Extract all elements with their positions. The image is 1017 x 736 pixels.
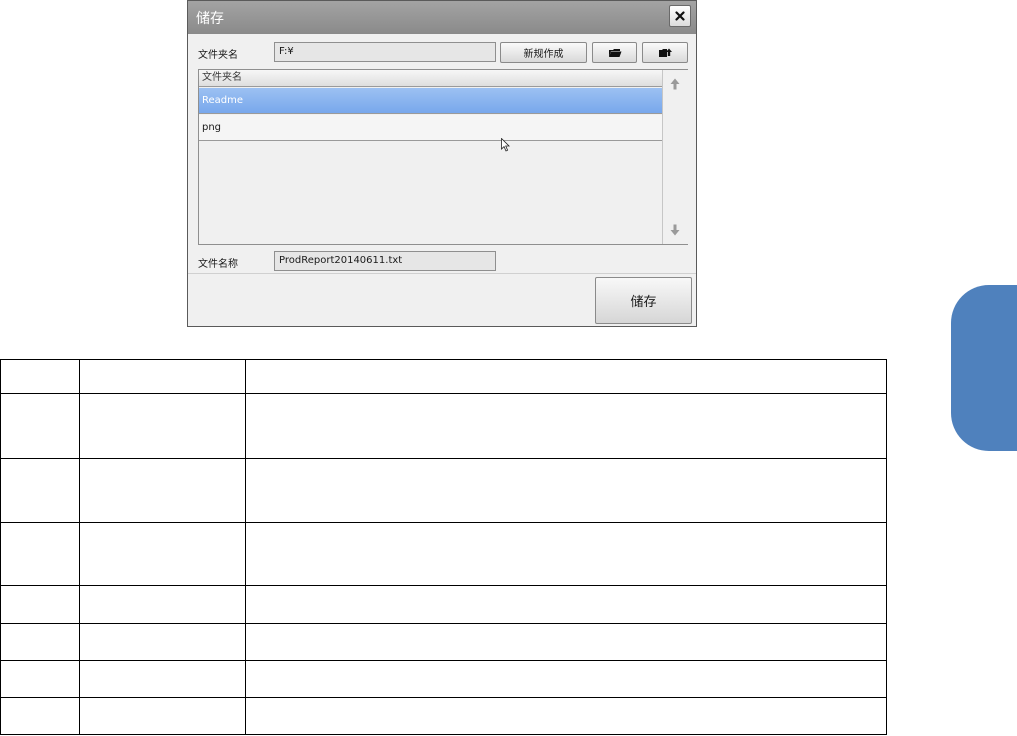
table-cell — [79, 522, 246, 586]
folder-list: 文件夹名 Readme png — [198, 69, 688, 245]
page: 储存 文件夹名 F:¥ 新规作成 文件夹名 Readme png 文件名称 Pr… — [0, 0, 1017, 736]
table-row — [0, 697, 887, 735]
open-folder-button[interactable] — [592, 42, 637, 63]
table-cell — [0, 522, 80, 586]
dialog-titlebar: 储存 — [188, 1, 696, 34]
table-cell — [245, 697, 887, 735]
table-cell — [79, 623, 246, 661]
folder-path-field[interactable]: F:¥ — [274, 42, 496, 62]
table-cell — [245, 458, 887, 523]
table-cell — [245, 359, 887, 394]
table-cell — [0, 393, 80, 459]
table-row — [0, 623, 887, 661]
table-cell — [79, 458, 246, 523]
table-cell — [79, 585, 246, 624]
table-row — [0, 522, 887, 586]
list-item[interactable]: png — [199, 115, 662, 141]
table-cell — [245, 585, 887, 624]
folder-open-icon — [608, 49, 621, 57]
filename-label: 文件名称 — [198, 259, 238, 270]
folder-up-icon — [659, 48, 672, 57]
chapter-side-tab — [951, 285, 1017, 451]
table-row — [0, 660, 887, 698]
dialog-title: 储存 — [196, 11, 224, 27]
table-cell — [0, 660, 80, 698]
table-cell — [245, 660, 887, 698]
reference-table — [0, 359, 887, 735]
arrow-up-icon — [670, 78, 680, 90]
table-cell — [79, 359, 246, 394]
scroll-down-button[interactable] — [668, 222, 682, 238]
new-folder-button[interactable]: 新规作成 — [500, 42, 587, 63]
folder-label: 文件夹名 — [198, 50, 238, 61]
list-header[interactable]: 文件夹名 — [199, 70, 662, 87]
list-item[interactable]: Readme — [199, 88, 662, 114]
table-cell — [79, 393, 246, 459]
table-row — [0, 359, 887, 394]
table-cell — [0, 585, 80, 624]
filename-field[interactable]: ProdReport20140611.txt — [274, 251, 496, 271]
list-scrollbar[interactable] — [662, 70, 688, 244]
mouse-cursor-icon — [501, 138, 510, 152]
table-row — [0, 458, 887, 523]
table-cell — [0, 697, 80, 735]
footer-divider — [188, 273, 696, 274]
table-cell — [0, 623, 80, 661]
table-cell — [79, 697, 246, 735]
close-icon — [675, 11, 685, 21]
close-button[interactable] — [669, 5, 691, 27]
table-cell — [79, 660, 246, 698]
save-button[interactable]: 储存 — [595, 277, 692, 324]
table-cell — [245, 522, 887, 586]
table-cell — [245, 393, 887, 459]
table-cell — [0, 359, 80, 394]
table-cell — [245, 623, 887, 661]
scroll-up-button[interactable] — [668, 76, 682, 92]
table-row — [0, 393, 887, 459]
arrow-down-icon — [670, 224, 680, 236]
save-dialog: 储存 文件夹名 F:¥ 新规作成 文件夹名 Readme png 文件名称 Pr… — [187, 0, 697, 327]
folder-up-button[interactable] — [642, 42, 688, 63]
table-row — [0, 585, 887, 624]
table-cell — [0, 458, 80, 523]
